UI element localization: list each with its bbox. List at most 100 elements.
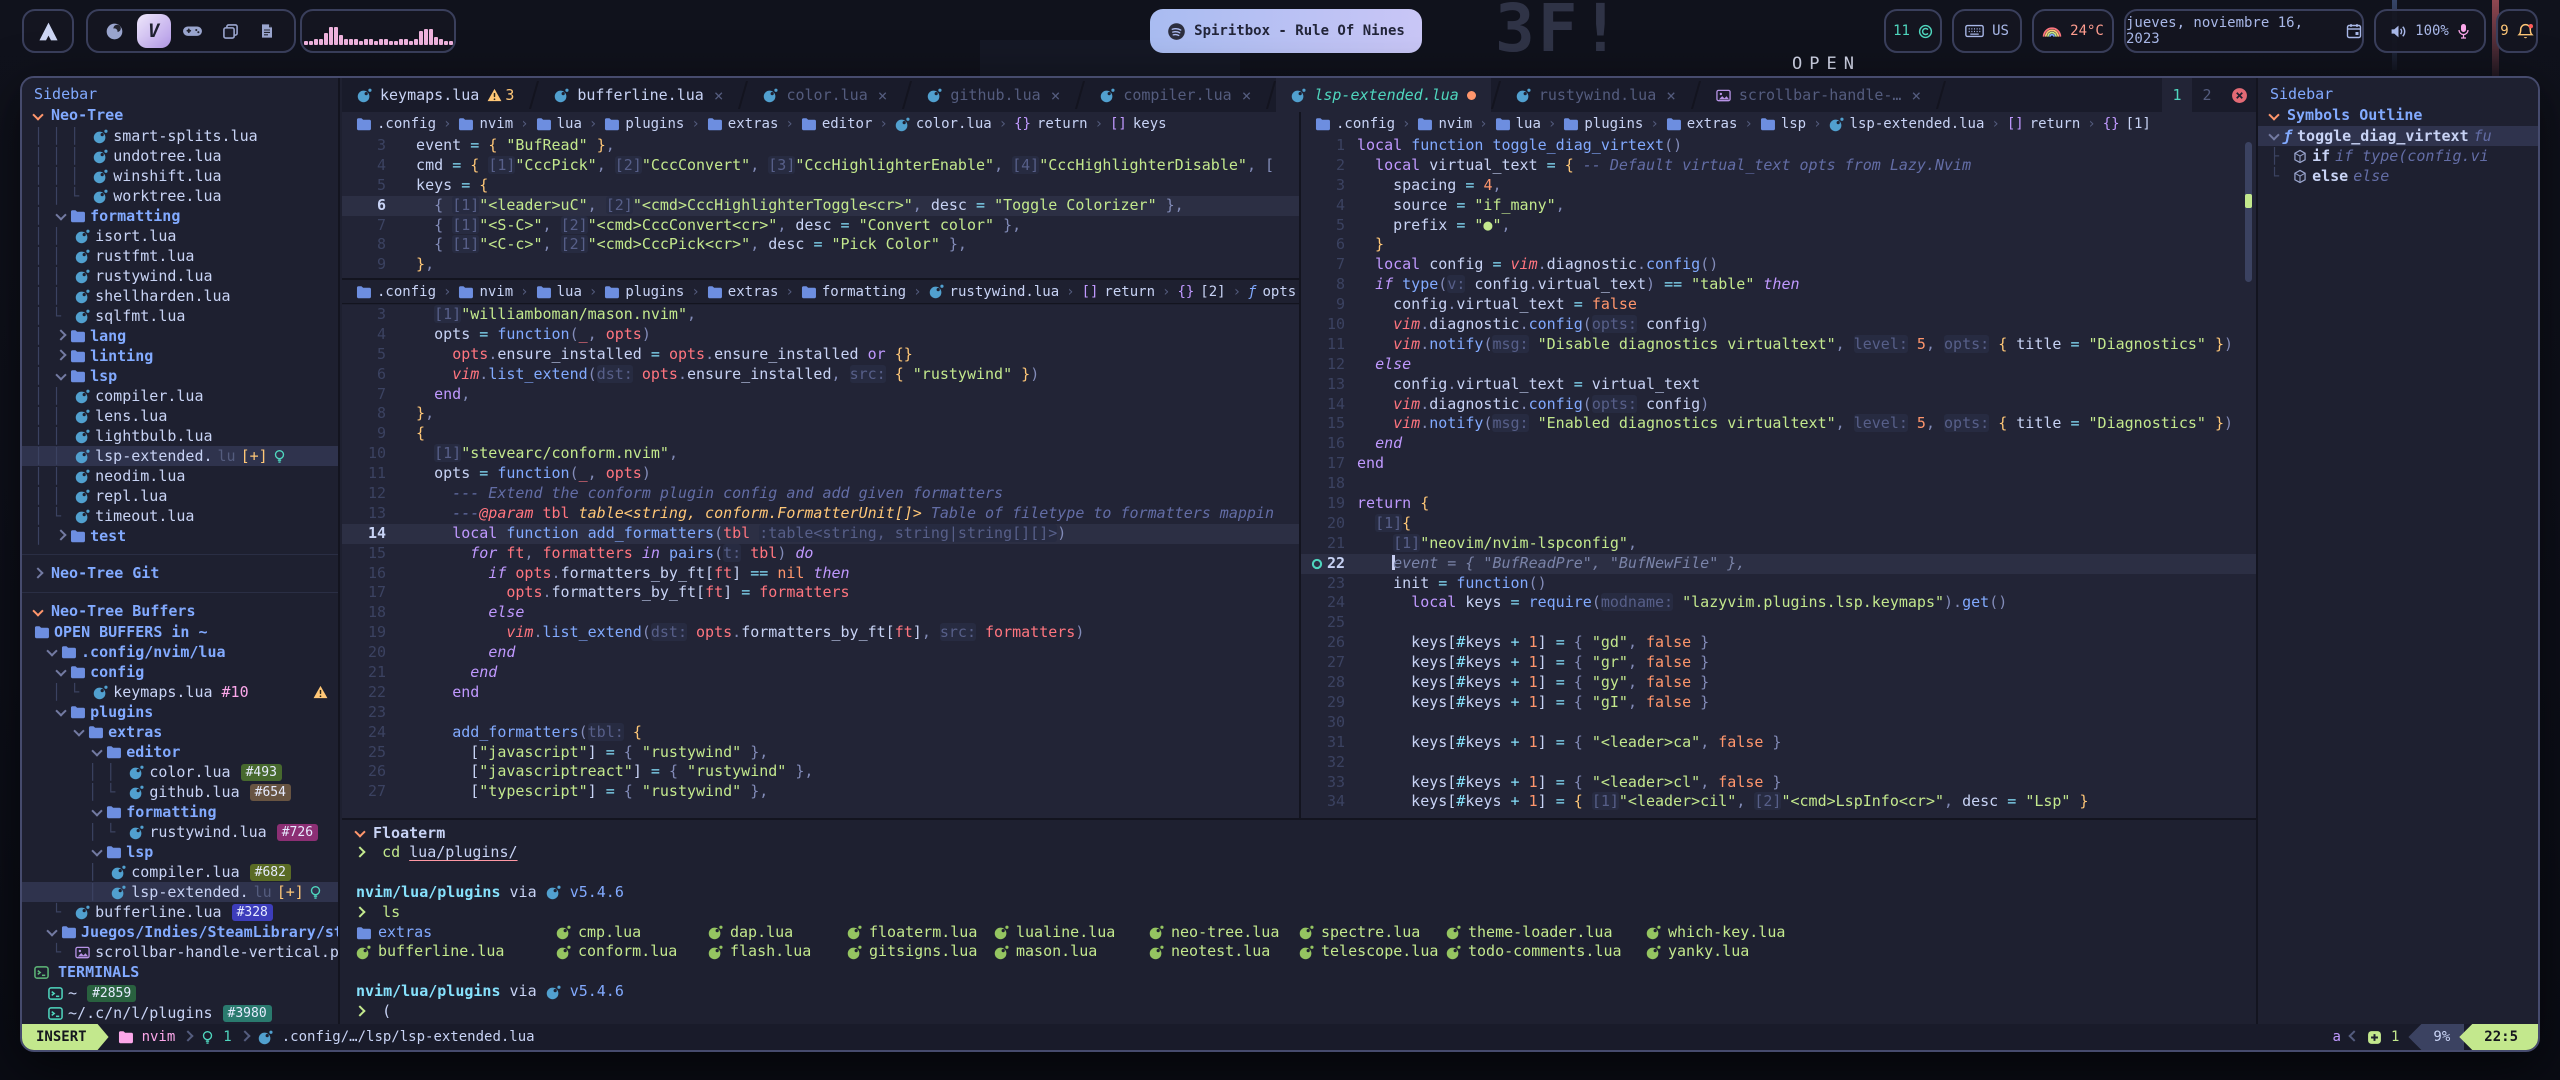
tree-item-formatting[interactable]: formatting (34, 802, 328, 822)
tree-item-repl.lua[interactable]: │ │ repl.lua (34, 486, 328, 506)
statusline-filepath[interactable]: .config/…/lsp/lsp-extended.lua (282, 1029, 535, 1045)
tree-item-neodim.lua[interactable]: │ │ neodim.lua (34, 466, 328, 486)
breadcrumb-item[interactable]: []return (1082, 284, 1155, 300)
tab-close-icon[interactable]: × (714, 86, 724, 105)
tree-item-bufferline.lua[interactable]: └ bufferline.lua#328 (34, 902, 328, 922)
launcher-button[interactable] (22, 9, 74, 53)
breadcrumb-item[interactable]: []return (2007, 116, 2080, 132)
tree-item-formatting[interactable]: │ formatting (34, 206, 328, 226)
breadcrumb-item[interactable]: plugins (604, 284, 684, 300)
tree-item-winshift.lua[interactable]: │ │ │ winshift.lua (34, 166, 328, 186)
tree-item-rustfmt.lua[interactable]: │ │ rustfmt.lua (34, 246, 328, 266)
floaterm-header[interactable]: Floaterm (356, 823, 2242, 843)
tree-item-test[interactable]: │ test (34, 526, 328, 546)
floaterm-panel[interactable]: Floaterm cd lua/plugins/nvim/lua/plugins… (342, 818, 2256, 1024)
tab-scrollbar-handle--[interactable]: scrollbar-handle-…× (1701, 78, 1936, 112)
breadcrumb-item[interactable]: .config (1315, 116, 1395, 132)
editor-color-lua[interactable]: 3 event = { "BufRead" },4 cmd = { [1]"Cc… (342, 136, 1299, 278)
tree-item-lsp[interactable]: │ lsp (34, 366, 328, 386)
tab-close-icon[interactable]: × (1666, 86, 1676, 105)
breadcrumb-item[interactable]: extras (1666, 116, 1738, 132)
tree-item-editor[interactable]: editor (34, 742, 328, 762)
tree-item-lsp[interactable]: lsp (34, 842, 328, 862)
tree-item-lsp-extended.[interactable]: │ │ lsp-extended.lu[+] (22, 446, 338, 466)
dock-item-nvim-icon[interactable]: V (137, 14, 171, 48)
tab-color.lua[interactable]: color.lua× (748, 78, 902, 112)
breadcrumb-item[interactable]: formatting (801, 284, 906, 300)
breadcrumb-item[interactable]: extras (707, 116, 779, 132)
breadcrumb-item[interactable]: plugins (1563, 116, 1643, 132)
now-playing-widget[interactable]: Spiritbox - Rule Of Nines (1150, 9, 1422, 53)
breadcrumb-item[interactable]: lua (536, 284, 582, 300)
tree-item-config[interactable]: config (34, 662, 328, 682)
breadcrumb-item[interactable]: ƒopts (1248, 284, 1296, 300)
breadcrumb-item[interactable]: nvim (1417, 116, 1472, 132)
tab-bufferline.lua[interactable]: bufferline.lua× (539, 78, 738, 112)
weather-widget[interactable]: 24°C (2032, 9, 2114, 53)
tree-item-linting[interactable]: │ linting (34, 346, 328, 366)
tree-item-worktree.lua[interactable]: │ │ └ worktree.lua (34, 186, 328, 206)
breadcrumb-item[interactable]: lsp-extended.lua (1829, 116, 1985, 132)
tab-close-icon[interactable]: × (1911, 86, 1921, 105)
tree-item-lsp-extended.[interactable]: │ lsp-extended.lu[+] (22, 882, 338, 902)
tree-item-~-.c-n-l-plugins[interactable]: ~/.c/n/l/plugins#3980 (34, 1003, 328, 1023)
tree-item-.config-nvim-lua[interactable]: .config/nvim/lua (34, 642, 328, 662)
breadcrumb-item[interactable]: nvim (458, 284, 513, 300)
dock-item-firefox-icon[interactable] (100, 16, 130, 46)
tab-compiler.lua[interactable]: compiler.lua× (1085, 78, 1266, 112)
volume-widget[interactable]: 100% (2374, 9, 2486, 53)
tree-item-lightbulb.lua[interactable]: │ │ lightbulb.lua (34, 426, 328, 446)
tree-item-plugins[interactable]: plugins (34, 702, 328, 722)
tree-item-color.lua[interactable]: │ │ color.lua#493 (34, 762, 328, 782)
tree-item-smart-splits.lua[interactable]: │ │ │ smart-splits.lua (34, 126, 328, 146)
tree-item-open-buffers-in-~[interactable]: OPEN BUFFERS in ~ (34, 622, 328, 642)
tree-item-rustywind.lua[interactable]: │ │ rustywind.lua (34, 266, 328, 286)
keyboard-layout-widget[interactable]: US (1952, 9, 2022, 53)
breadcrumb-item[interactable]: lua (536, 116, 582, 132)
tab-close-icon[interactable]: × (878, 86, 888, 105)
tree-item-isort.lua[interactable]: │ │ isort.lua (34, 226, 328, 246)
editor-lsp-extended-lua[interactable]: 1local function toggle_diag_virtext()2 l… (1301, 136, 2258, 818)
scrollbar-handle[interactable] (2245, 142, 2252, 282)
tree-item-shellharden.lua[interactable]: │ │ shellharden.lua (34, 286, 328, 306)
tree-item-scrollbar-handle-vertical.p[interactable]: └ scrollbar-handle-vertical.p (34, 942, 328, 962)
date-widget[interactable]: jueves, noviembre 16, 2023 (2124, 9, 2364, 53)
tree-item-github.lua[interactable]: │ └ github.lua#654 (34, 782, 328, 802)
tree-item-lens.lua[interactable]: │ │ lens.lua (34, 406, 328, 426)
breadcrumb-item[interactable]: plugins (604, 116, 684, 132)
outline-item-else[interactable]: └ elseelse (2270, 166, 2528, 186)
dock-item-document-icon[interactable] (252, 16, 282, 46)
statusline-cwd[interactable]: nvim (142, 1029, 176, 1045)
breadcrumb-item[interactable]: {}[1] (2103, 116, 2151, 132)
updates-widget[interactable]: 11 (1884, 9, 1942, 53)
breadcrumb-item[interactable]: {}[2] (1177, 284, 1225, 300)
breadcrumb-item[interactable]: rustywind.lua (929, 284, 1060, 300)
tree-item-compiler.lua[interactable]: │ compiler.lua#682 (34, 862, 328, 882)
tree-item-rustywind.lua[interactable]: │ └ rustywind.lua#726 (34, 822, 328, 842)
tree-item-extras[interactable]: extras (34, 722, 328, 742)
breadcrumb-item[interactable]: []keys (1110, 116, 1167, 132)
breadcrumb-item[interactable]: .config (356, 284, 436, 300)
tab-keymaps.lua[interactable]: keymaps.lua3 (342, 78, 529, 112)
tree-item-keymaps.lua[interactable]: │ └ keymaps.lua#10 (34, 682, 328, 702)
tabpage-2[interactable]: 2 (2192, 78, 2222, 112)
breadcrumb-item[interactable]: editor (801, 116, 873, 132)
breadcrumb-item[interactable]: lua (1495, 116, 1541, 132)
section-terminals[interactable]: TERMINALS (34, 962, 328, 983)
tab-close-icon[interactable]: × (1051, 86, 1061, 105)
tree-item-sqlfmt.lua[interactable]: │ └ sqlfmt.lua (34, 306, 328, 326)
dock-item-gamepad-icon[interactable] (178, 16, 208, 46)
tabpage-1[interactable]: 1 (2162, 78, 2192, 112)
tree-item-lang[interactable]: │ lang (34, 326, 328, 346)
outline-item-toggle_diag_virtext[interactable]: ƒtoggle_diag_virtextfu (2258, 126, 2538, 146)
tab-close-icon[interactable]: × (1242, 86, 1252, 105)
tree-item-juegos-indies-steamlibrary-st[interactable]: Juegos/Indies/SteamLibrary/st (34, 922, 328, 942)
breadcrumb-item[interactable]: nvim (458, 116, 513, 132)
tab-github.lua[interactable]: github.lua× (912, 78, 1075, 112)
outline-item-if[interactable]: ├ ifif type(config.vi (2270, 146, 2528, 166)
split-separator[interactable] (1299, 112, 1301, 818)
tab-lsp-extended.lua[interactable]: lsp-extended.lua (1276, 78, 1491, 112)
close-all-button[interactable] (2222, 78, 2256, 112)
breadcrumb-item[interactable]: extras (707, 284, 779, 300)
section-neo-tree[interactable]: Neo-Tree (34, 105, 328, 126)
